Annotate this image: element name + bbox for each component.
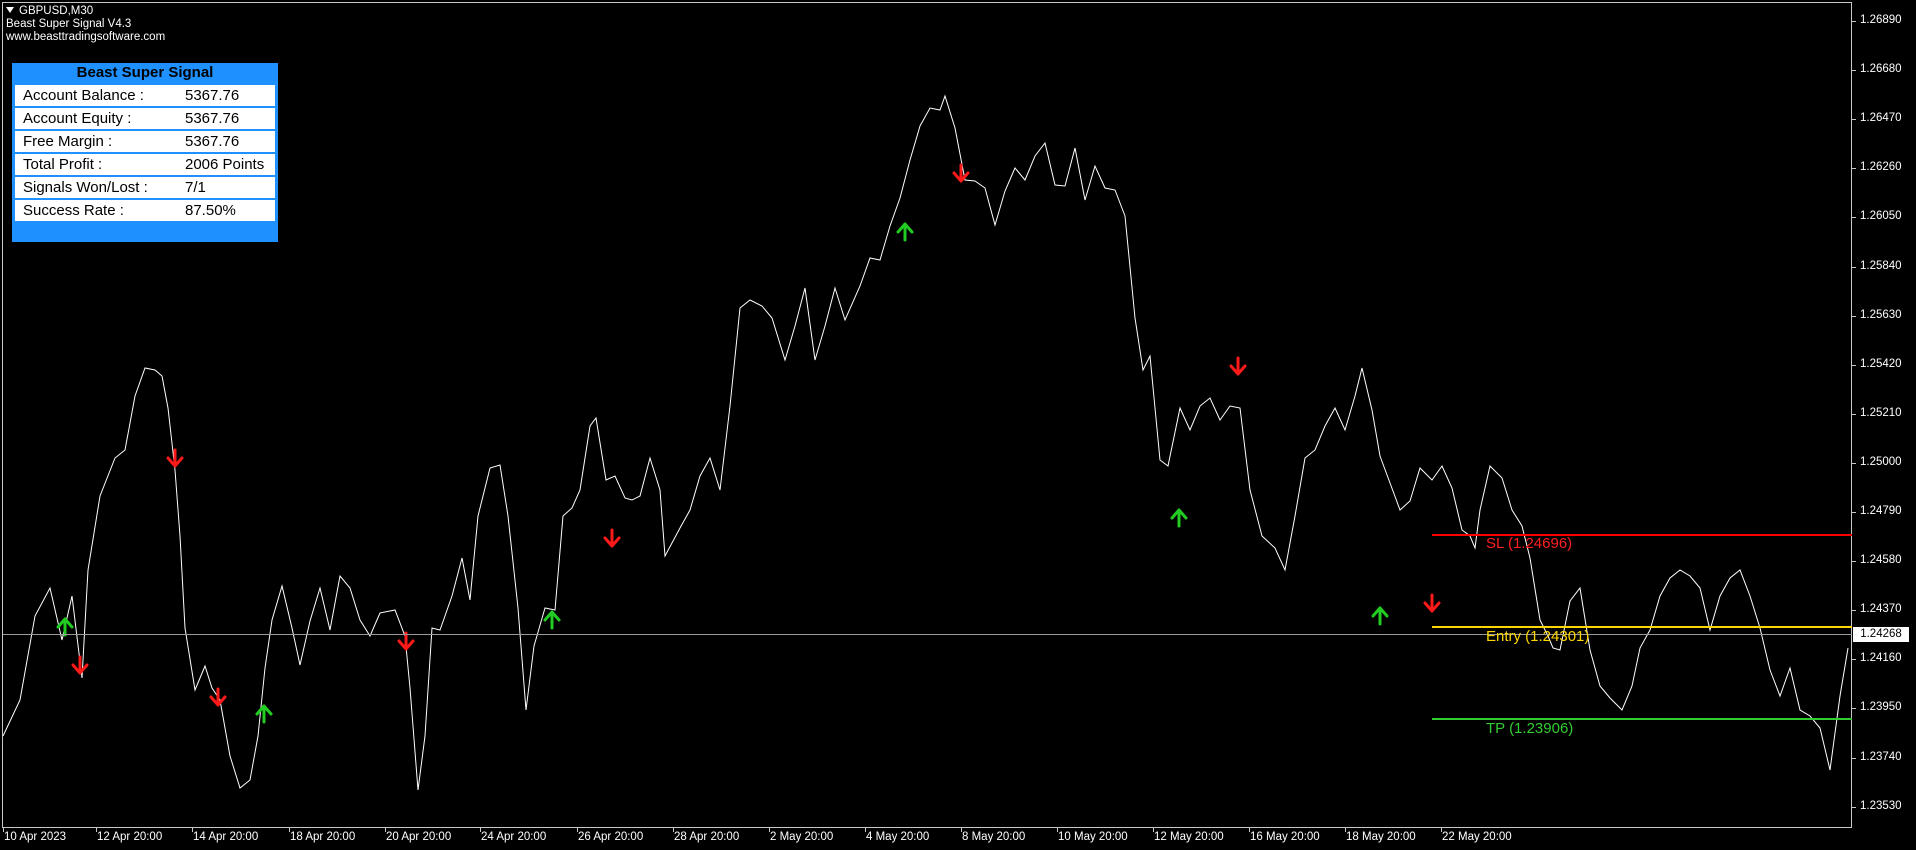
info-value: 5367.76 xyxy=(185,110,240,127)
current-price-marker: 1.24268 xyxy=(1853,627,1909,642)
arrow-down-icon xyxy=(209,687,227,707)
info-value: 7/1 xyxy=(185,179,206,196)
arrow-up-icon xyxy=(255,704,273,724)
price-axis-tick xyxy=(1852,315,1856,317)
time-axis-label: 8 May 20:00 xyxy=(962,831,1026,843)
arrow-up-icon xyxy=(1371,606,1389,626)
time-axis-label: 24 Apr 20:00 xyxy=(481,831,547,843)
price-axis-tick xyxy=(1852,119,1856,121)
time-axis-label: 18 Apr 20:00 xyxy=(290,831,356,843)
price-axis-label: 1.26680 xyxy=(1860,63,1902,76)
arrow-down-icon xyxy=(1229,356,1247,376)
price-axis-tick xyxy=(1852,462,1856,464)
time-axis-label: 14 Apr 20:00 xyxy=(193,831,259,843)
arrow-down-icon xyxy=(397,631,415,651)
arrow-down-icon xyxy=(603,528,621,548)
time-axis-label: 26 Apr 20:00 xyxy=(578,831,644,843)
price-axis-tick xyxy=(1852,217,1856,219)
price-axis-tick xyxy=(1852,561,1856,563)
price-axis-tick xyxy=(1852,806,1856,808)
arrow-up-icon xyxy=(1170,508,1188,528)
price-axis-label: 1.26470 xyxy=(1860,112,1902,125)
info-label: Account Equity : xyxy=(23,110,132,127)
info-panel: Beast Super Signal Account Balance : 536… xyxy=(12,63,278,242)
time-axis-label: 18 May 20:00 xyxy=(1346,831,1416,843)
info-row-signals: Signals Won/Lost : 7/1 xyxy=(15,177,275,198)
time-axis-label: 20 Apr 20:00 xyxy=(386,831,452,843)
entry-label: Entry (1.24301) xyxy=(1486,628,1590,645)
price-axis-label: 1.26890 xyxy=(1860,14,1902,26)
indicator-website: www.beasttradingsoftware.com xyxy=(6,31,166,43)
time-axis-label: 12 Apr 20:00 xyxy=(97,831,163,843)
arrow-down-icon xyxy=(71,655,89,675)
arrow-down-icon xyxy=(1423,593,1441,613)
time-axis-label: 10 Apr 2023 xyxy=(4,831,67,843)
symbol-header[interactable]: GBPUSD,M30 xyxy=(6,5,93,17)
price-axis-label: 1.25420 xyxy=(1860,357,1902,370)
arrow-up-icon xyxy=(543,610,561,630)
price-axis-label: 1.23950 xyxy=(1860,701,1902,714)
dropdown-triangle-icon[interactable] xyxy=(6,7,14,13)
info-row-total-profit: Total Profit : 2006 Points xyxy=(15,154,275,175)
price-axis-label: 1.26050 xyxy=(1860,210,1902,223)
price-axis-label: 1.23740 xyxy=(1860,750,1902,763)
price-axis-label: 1.24580 xyxy=(1860,554,1902,567)
stop-loss-label: SL (1.24696) xyxy=(1486,535,1573,552)
time-axis-label: 22 May 20:00 xyxy=(1442,831,1512,843)
info-row-success-rate: Success Rate : 87.50% xyxy=(15,200,275,221)
price-axis-label: 1.24370 xyxy=(1860,603,1902,616)
time-axis-label: 16 May 20:00 xyxy=(1250,831,1320,843)
time-axis-label: 12 May 20:00 xyxy=(1154,831,1224,843)
info-label: Success Rate : xyxy=(23,202,124,219)
info-value: 87.50% xyxy=(185,202,236,219)
time-axis-label: 10 May 20:00 xyxy=(1058,831,1128,843)
indicator-name: Beast Super Signal V4.3 xyxy=(6,18,132,30)
price-axis-label: 1.25000 xyxy=(1860,455,1902,468)
time-axis-label: 4 May 20:00 xyxy=(866,831,930,843)
info-value: 5367.76 xyxy=(185,87,240,104)
price-axis-label: 1.23530 xyxy=(1860,799,1902,812)
price-line xyxy=(2,94,1849,791)
time-axis-label: 28 Apr 20:00 xyxy=(674,831,740,843)
price-chart[interactable] xyxy=(0,0,1916,850)
arrow-down-icon xyxy=(166,448,184,468)
price-axis-tick xyxy=(1852,512,1856,513)
info-row-free-margin: Free Margin : 5367.76 xyxy=(15,131,275,152)
time-axis-label: 2 May 20:00 xyxy=(770,831,834,843)
info-value: 2006 Points xyxy=(185,156,265,173)
price-axis-tick xyxy=(1852,413,1856,415)
price-axis-label: 1.25210 xyxy=(1860,406,1902,419)
price-axis-tick xyxy=(1852,757,1856,759)
price-axis-tick xyxy=(1852,70,1856,72)
info-label: Total Profit : xyxy=(23,156,103,173)
symbol-label: GBPUSD,M30 xyxy=(19,5,94,17)
arrow-down-icon xyxy=(952,163,970,183)
price-axis-tick xyxy=(1852,21,1856,22)
info-row-balance: Account Balance : 5367.76 xyxy=(15,85,275,106)
price-axis-label: 1.24160 xyxy=(1860,652,1902,665)
take-profit-label: TP (1.23906) xyxy=(1486,720,1574,737)
chart-window[interactable]: GBPUSD,M30 Beast Super Signal V4.3 www.b… xyxy=(0,0,1916,850)
info-label: Account Balance : xyxy=(23,87,144,104)
price-axis-tick xyxy=(1852,610,1856,612)
info-panel-title: Beast Super Signal xyxy=(76,64,214,81)
price-axis-tick xyxy=(1852,708,1856,710)
price-axis-label: 1.25840 xyxy=(1860,259,1902,272)
price-axis-tick xyxy=(1852,364,1856,366)
price-axis-label: 1.24790 xyxy=(1860,505,1902,517)
price-axis-label: 1.26260 xyxy=(1860,161,1902,174)
info-label: Free Margin : xyxy=(23,133,113,150)
info-row-equity: Account Equity : 5367.76 xyxy=(15,108,275,129)
price-axis-tick xyxy=(1852,266,1856,268)
price-axis-label: 1.25630 xyxy=(1860,308,1902,321)
arrow-up-icon xyxy=(896,222,914,242)
price-axis-tick xyxy=(1852,168,1856,170)
price-axis-tick xyxy=(1852,659,1856,661)
info-value: 5367.76 xyxy=(185,133,240,150)
info-label: Signals Won/Lost : xyxy=(23,179,148,196)
